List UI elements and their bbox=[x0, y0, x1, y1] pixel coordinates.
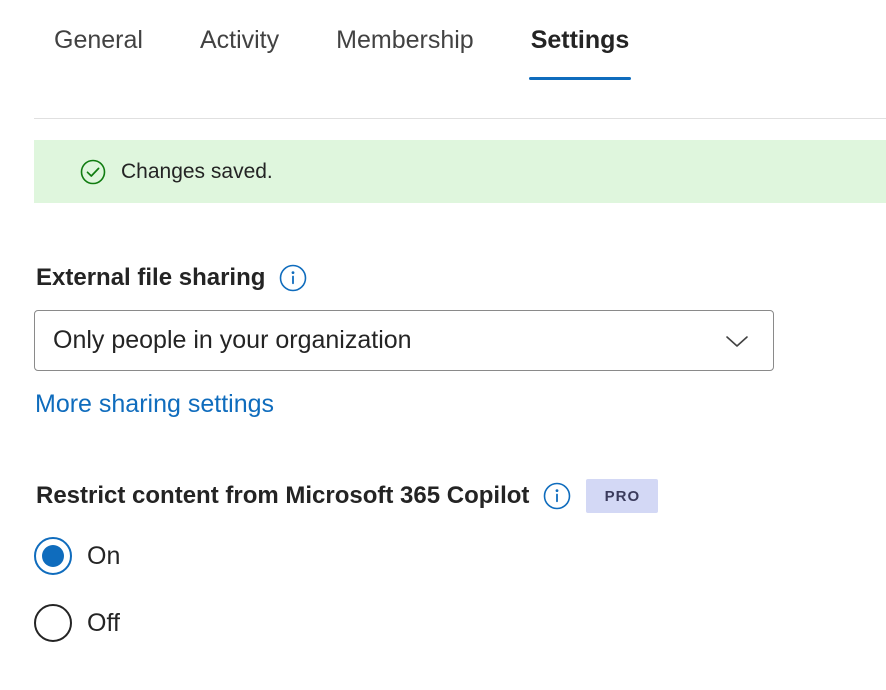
pro-badge: PRO bbox=[586, 479, 659, 513]
external-sharing-dropdown[interactable]: Only people in your organization bbox=[34, 310, 774, 371]
copilot-label-row: Restrict content from Microsoft 365 Copi… bbox=[36, 479, 659, 513]
success-banner: Changes saved. bbox=[34, 140, 886, 203]
external-sharing-label: External file sharing bbox=[36, 264, 266, 291]
tab-bar: General Activity Membership Settings bbox=[34, 0, 686, 80]
chevron-down-icon bbox=[725, 331, 749, 351]
radio-off-label: Off bbox=[87, 608, 120, 637]
radio-on[interactable]: On bbox=[34, 537, 120, 575]
tab-general[interactable]: General bbox=[54, 0, 143, 80]
copilot-restrict-label: Restrict content from Microsoft 365 Copi… bbox=[36, 482, 530, 509]
info-icon[interactable] bbox=[279, 264, 307, 292]
info-icon[interactable] bbox=[543, 482, 571, 510]
banner-message: Changes saved. bbox=[121, 159, 273, 183]
radio-circle bbox=[34, 537, 72, 575]
dropdown-selected-value: Only people in your organization bbox=[53, 326, 412, 354]
radio-circle bbox=[34, 604, 72, 642]
radio-on-label: On bbox=[87, 541, 121, 570]
external-sharing-label-row: External file sharing bbox=[36, 264, 307, 292]
tab-divider bbox=[34, 118, 886, 119]
more-sharing-settings-link[interactable]: More sharing settings bbox=[35, 390, 274, 419]
radio-dot bbox=[42, 545, 64, 567]
tab-settings[interactable]: Settings bbox=[528, 0, 631, 80]
radio-off[interactable]: Off bbox=[34, 604, 120, 642]
tab-activity[interactable]: Activity bbox=[200, 0, 279, 80]
tab-membership[interactable]: Membership bbox=[336, 0, 474, 80]
check-circle-icon bbox=[80, 159, 106, 185]
